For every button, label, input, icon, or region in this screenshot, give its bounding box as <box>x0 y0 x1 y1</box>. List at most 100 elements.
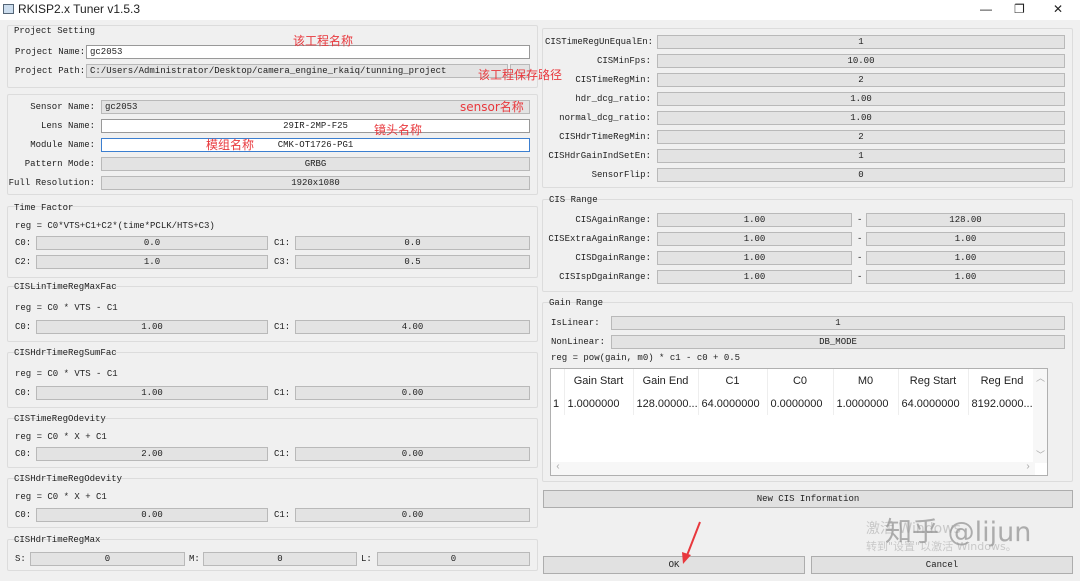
cis-param-label: CISMinFps: <box>596 56 651 66</box>
time-factor-title: Time Factor <box>14 203 74 213</box>
c1-input[interactable]: 0.00 <box>295 386 530 400</box>
project-name-label: Project Name: <box>15 47 86 57</box>
c0-label: C0: <box>15 238 32 248</box>
table-cell[interactable]: 64.0000000 <box>898 392 969 415</box>
cis-param-input[interactable]: 1.00 <box>657 111 1065 125</box>
cis-range-min-input[interactable]: 1.00 <box>657 270 852 284</box>
c1-label: C1: <box>274 449 291 459</box>
group-title: CISHdrTimeRegSumFac <box>14 348 117 358</box>
cis-param-input[interactable]: 1 <box>657 149 1065 163</box>
c3-input[interactable]: 0.5 <box>295 255 530 269</box>
nonlinear-label: NonLinear: <box>551 337 606 347</box>
gain-range-title: Gain Range <box>549 298 604 308</box>
c0-input[interactable]: 2.00 <box>36 447 268 461</box>
c2-input[interactable]: 1.0 <box>36 255 268 269</box>
s-input[interactable]: 0 <box>30 552 185 566</box>
cis-param-input[interactable]: 2 <box>657 73 1065 87</box>
c1-input[interactable]: 0.00 <box>295 447 530 461</box>
cis-param-label: hdr_dcg_ratio: <box>575 94 651 104</box>
full-resolution-label: Full Resolution: <box>8 178 95 188</box>
column-header[interactable]: Gain Start <box>564 369 634 392</box>
window-title: RKISP2.x Tuner v1.5.3 <box>18 2 141 16</box>
project-path-input[interactable]: C:/Users/Administrator/Desktop/camera_en… <box>86 64 508 78</box>
c0-input[interactable]: 0.0 <box>36 236 268 250</box>
cancel-button[interactable]: Cancel <box>811 556 1073 574</box>
red-arrow-annotation <box>682 521 701 564</box>
cis-params-group <box>542 28 1073 188</box>
table-cell[interactable]: 8192.0000... <box>968 392 1037 415</box>
column-header[interactable]: Reg Start <box>898 369 969 392</box>
scroll-down-icon[interactable]: ﹀ <box>1036 448 1045 461</box>
cis-param-label: CISHdrTimeRegMin: <box>559 132 651 142</box>
s-label: S: <box>15 554 26 564</box>
cis-param-input[interactable]: 1 <box>657 35 1065 49</box>
c0-input[interactable]: 1.00 <box>36 320 268 334</box>
cis-range-min-input[interactable]: 1.00 <box>657 232 852 246</box>
range-separator: - <box>857 253 863 263</box>
column-header[interactable]: C1 <box>698 369 768 392</box>
cis-param-input[interactable]: 1.00 <box>657 92 1065 106</box>
cis-param-label: SensorFlip: <box>591 170 651 180</box>
minimize-button[interactable]: — <box>980 2 992 16</box>
nonlinear-select[interactable]: DB_MODE <box>611 335 1065 349</box>
table-row[interactable]: 1 1.0000000 128.00000... 64.0000000 0.000000… <box>551 392 1037 415</box>
gain-table-grid: Gain Start Gain End C1 C0 M0 Reg Start Reg End… <box>551 369 1037 415</box>
l-input[interactable]: 0 <box>377 552 530 566</box>
cis-range-max-input[interactable]: 1.00 <box>866 270 1065 284</box>
cis-param-label: CISTimeRegUnEqualEn: <box>545 37 654 47</box>
pattern-mode-label: Pattern Mode: <box>24 159 95 169</box>
vertical-scrollbar[interactable]: ︿ ﹀ <box>1033 369 1047 463</box>
c0-input[interactable]: 1.00 <box>36 386 268 400</box>
column-header[interactable]: Reg End <box>968 369 1037 392</box>
c0-label: C0: <box>15 388 32 398</box>
range-separator: - <box>857 272 863 282</box>
c0-input[interactable]: 0.00 <box>36 508 268 522</box>
cis-range-min-input[interactable]: 1.00 <box>657 213 852 227</box>
cis-param-label: normal_dcg_ratio: <box>559 113 651 123</box>
pattern-mode-input[interactable]: GRBG <box>101 157 530 171</box>
table-cell[interactable]: 128.00000... <box>633 392 699 415</box>
ok-button[interactable]: OK <box>543 556 805 574</box>
c1-input[interactable]: 0.0 <box>295 236 530 250</box>
lens-name-input[interactable]: 29IR-2MP-F25 <box>101 119 530 133</box>
close-button[interactable]: ✕ <box>1053 2 1063 16</box>
table-cell[interactable]: 1.0000000 <box>564 392 634 415</box>
cis-param-input[interactable]: 2 <box>657 130 1065 144</box>
full-resolution-input[interactable]: 1920x1080 <box>101 176 530 190</box>
m-input[interactable]: 0 <box>203 552 357 566</box>
cis-param-input[interactable]: 0 <box>657 168 1065 182</box>
project-setting-title: Project Setting <box>14 26 96 36</box>
gain-table[interactable]: Gain Start Gain End C1 C0 M0 Reg Start Reg End… <box>550 368 1048 476</box>
scroll-right-icon[interactable]: › <box>1025 462 1031 473</box>
islinear-input[interactable]: 1 <box>611 316 1065 330</box>
annotation-project-name: 该工程名称 <box>293 34 354 48</box>
module-name-input[interactable]: CMK-OT1726-PG1 <box>101 138 530 152</box>
row-header-corner <box>551 369 565 392</box>
c1-input[interactable]: 0.00 <box>295 508 530 522</box>
c0-label: C0: <box>15 322 32 332</box>
module-name-label: Module Name: <box>30 140 95 150</box>
cis-range-max-input[interactable]: 1.00 <box>866 232 1065 246</box>
cis-range-min-input[interactable]: 1.00 <box>657 251 852 265</box>
annotation-lens: 镜头名称 <box>374 123 423 137</box>
cis-param-input[interactable]: 10.00 <box>657 54 1065 68</box>
horizontal-scrollbar[interactable]: ‹ › <box>551 462 1035 475</box>
hdr-max-title: CISHdrTimeRegMax <box>14 535 101 545</box>
cis-range-title: CIS Range <box>549 195 598 205</box>
table-cell[interactable]: 0.0000000 <box>767 392 834 415</box>
table-cell[interactable]: 64.0000000 <box>698 392 768 415</box>
table-cell[interactable]: 1.0000000 <box>833 392 899 415</box>
column-header[interactable]: Gain End <box>633 369 699 392</box>
new-cis-information-button[interactable]: New CIS Information <box>543 490 1073 508</box>
scroll-up-icon[interactable]: ︿ <box>1036 371 1045 384</box>
group-title: CISHdrTimeRegOdevity <box>14 474 123 484</box>
cis-range-max-input[interactable]: 1.00 <box>866 251 1065 265</box>
c1-input[interactable]: 4.00 <box>295 320 530 334</box>
group-formula: reg = C0 * VTS - C1 <box>15 303 118 313</box>
c1-label: C1: <box>274 510 291 520</box>
column-header[interactable]: C0 <box>767 369 834 392</box>
maximize-button[interactable]: ❐ <box>1014 2 1025 16</box>
scroll-left-icon[interactable]: ‹ <box>555 462 561 473</box>
cis-range-max-input[interactable]: 128.00 <box>866 213 1065 227</box>
column-header[interactable]: M0 <box>833 369 899 392</box>
